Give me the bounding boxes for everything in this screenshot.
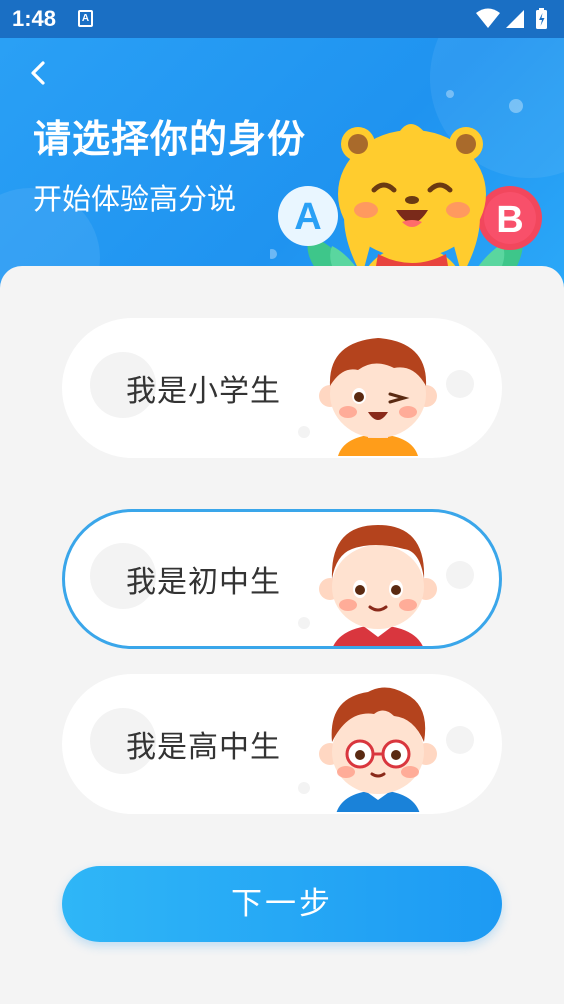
badge-b-letter: B bbox=[496, 199, 523, 241]
option-primary-student[interactable]: 我是小学生 bbox=[62, 318, 502, 458]
system-status-icons bbox=[476, 8, 547, 29]
battery-icon bbox=[536, 8, 547, 29]
page-subtitle: 开始体验高分说 bbox=[33, 182, 237, 216]
page-title: 请选择你的身份 bbox=[33, 117, 307, 161]
option-label: 我是高中生 bbox=[126, 730, 281, 765]
option-label: 我是初中生 bbox=[126, 565, 281, 600]
high-student-avatar-icon bbox=[319, 687, 437, 812]
notification-icon: A bbox=[78, 10, 93, 27]
wifi-icon bbox=[476, 8, 500, 28]
status-time: 1:48 bbox=[12, 6, 57, 31]
back-chevron-left-icon[interactable] bbox=[24, 58, 54, 88]
option-middle-student[interactable]: 我是初中生 bbox=[62, 509, 502, 649]
middle-student-avatar-icon bbox=[319, 525, 437, 646]
signal-icon bbox=[506, 10, 524, 28]
mascot-illustration: A B bbox=[270, 90, 542, 286]
option-high-student[interactable]: 我是高中生 bbox=[62, 674, 502, 814]
header-banner: 请选择你的身份 开始体验高分说 A B bbox=[0, 38, 564, 288]
badge-b: B bbox=[478, 186, 542, 250]
next-step-button[interactable]: 下一步 bbox=[62, 866, 502, 942]
option-label: 我是小学生 bbox=[126, 374, 281, 409]
status-bar: 1:48 A bbox=[0, 0, 564, 38]
badge-a: A bbox=[278, 186, 338, 246]
badge-a-letter: A bbox=[294, 196, 321, 238]
primary-student-avatar-icon bbox=[319, 338, 437, 456]
